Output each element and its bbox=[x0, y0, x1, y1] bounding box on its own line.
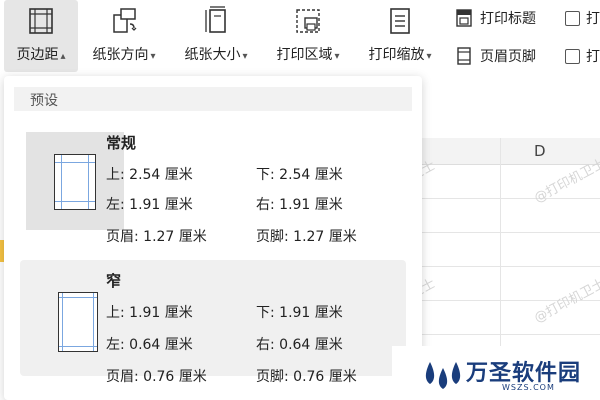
header-footer-icon bbox=[457, 47, 471, 65]
caret-down-icon: ▾ bbox=[334, 51, 340, 62]
margins-button[interactable]: 页边距 ▴ bbox=[4, 0, 78, 72]
preset-title: 窄 bbox=[106, 272, 122, 290]
header-margin-value: 页眉: 0.76 厘米 bbox=[106, 369, 207, 385]
margin-top-value: 上: 1.91 厘米 bbox=[106, 305, 193, 321]
preset-section-header: 预设 bbox=[14, 87, 412, 111]
preset-normal[interactable]: 常规 上: 2.54 厘米 下: 2.54 厘米 左: 1.91 厘米 右: 1… bbox=[20, 122, 406, 245]
preset-title: 常规 bbox=[106, 134, 137, 152]
margin-left-value: 左: 0.64 厘米 bbox=[106, 337, 193, 353]
print-option-label: 打 bbox=[586, 49, 600, 65]
margin-bottom-value: 下: 2.54 厘米 bbox=[256, 167, 343, 183]
print-area-button[interactable]: 打印区域 ▾ bbox=[266, 0, 350, 72]
grid-row bbox=[420, 198, 600, 199]
margin-left-value: 左: 1.91 厘米 bbox=[106, 197, 193, 213]
site-logo: 万圣软件园 WSZS.COM bbox=[392, 346, 600, 400]
print-titles-icon bbox=[456, 9, 472, 27]
caret-up-icon: ▴ bbox=[60, 51, 66, 62]
print-scale-button[interactable]: 打印缩放 ▾ bbox=[358, 0, 442, 72]
margins-dropdown: 预设 常规 上: 2.54 厘米 下: 2.54 厘米 左: 1.91 厘米 右… bbox=[4, 76, 422, 400]
footer-margin-value: 页脚: 0.76 厘米 bbox=[256, 369, 357, 385]
orientation-icon bbox=[113, 8, 137, 33]
print-area-icon bbox=[296, 9, 320, 33]
print-titles-button[interactable]: 打印标题 bbox=[454, 6, 536, 30]
column-header-d[interactable]: D bbox=[420, 138, 600, 165]
page-preview-icon bbox=[54, 154, 96, 210]
preset-narrow[interactable]: 窄 上: 1.91 厘米 下: 1.91 厘米 左: 0.64 厘米 右: 0.… bbox=[20, 260, 406, 385]
caret-down-icon: ▾ bbox=[242, 51, 248, 62]
print-scale-icon bbox=[390, 8, 410, 34]
droplets-logo-icon bbox=[425, 362, 461, 389]
margin-bottom-value: 下: 1.91 厘米 bbox=[256, 305, 343, 321]
footer-margin-value: 页脚: 1.27 厘米 bbox=[256, 229, 357, 245]
print-option-label: 打 bbox=[586, 11, 600, 27]
logo-site: WSZS.COM bbox=[502, 383, 555, 392]
paper-size-icon bbox=[205, 6, 226, 33]
orientation-button[interactable]: 纸张方向 ▾ bbox=[82, 0, 166, 72]
caret-down-icon: ▾ bbox=[150, 51, 156, 62]
print-option-checkbox[interactable] bbox=[565, 11, 580, 26]
caret-down-icon: ▾ bbox=[426, 51, 432, 62]
page-layout-ribbon: 页边距 ▴ 纸张方向 ▾ 纸张大小 ▾ 打印区域 ▾ 打印缩放 ▾ 打印标题 页… bbox=[0, 0, 600, 72]
print-option-checkbox[interactable] bbox=[565, 49, 580, 64]
header-margin-value: 页眉: 1.27 厘米 bbox=[106, 229, 207, 245]
margin-top-value: 上: 2.54 厘米 bbox=[106, 167, 193, 183]
margins-icon bbox=[29, 8, 53, 34]
paper-size-button[interactable]: 纸张大小 ▾ bbox=[174, 0, 258, 72]
margin-right-value: 右: 0.64 厘米 bbox=[256, 337, 343, 353]
page-preview-icon bbox=[58, 292, 98, 352]
margin-right-value: 右: 1.91 厘米 bbox=[256, 197, 343, 213]
grid-row bbox=[420, 232, 600, 233]
grid-row bbox=[420, 266, 600, 267]
grid-row bbox=[420, 334, 600, 335]
header-footer-button[interactable]: 页眉页脚 bbox=[454, 44, 536, 68]
